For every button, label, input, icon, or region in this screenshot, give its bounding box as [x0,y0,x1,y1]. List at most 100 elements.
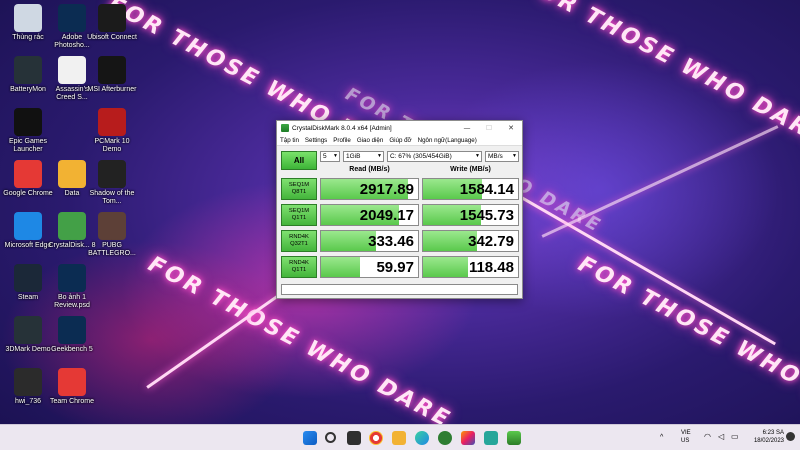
clock[interactable]: 6:23 SA 18/02/2023 [752,429,784,445]
desktop-icon[interactable]: PCMark 10 Demo [86,108,138,154]
read-header: Read (MB/s) [349,166,390,173]
menu-bar: Tập tin Settings Profile Giao diện Giúp … [277,135,522,146]
read-result-value: 59.97 [376,259,414,276]
window-title: CrystalDiskMark 8.0.4 x64 [Admin] [292,124,392,132]
language-bottom: US [681,438,690,444]
desktop-icon-label: Bo ảnh 1 Review.psd [54,294,90,309]
run-all-button[interactable]: All [281,151,317,170]
chevron-up-icon[interactable]: ^ [660,434,663,442]
menu-language[interactable]: Ngôn ngữ(Language) [418,137,477,144]
test-name: SEQ1M [288,208,310,214]
desktop-icon-label: Epic Games Launcher [8,138,48,153]
write-result-bar [423,257,468,277]
app-icon [58,316,86,344]
read-result-bar [321,257,360,277]
notification-icon[interactable] [786,432,795,441]
menu-profile[interactable]: Profile [333,137,351,144]
crystaldiskmark-icon [281,124,289,132]
test-queue: Q1T1 [291,267,307,273]
test-name: SEQ1M [288,182,310,188]
desktop-icon[interactable]: Ubisoft Connect [86,4,138,42]
close-button[interactable]: ✕ [500,121,522,135]
menu-theme[interactable]: Giao diện [357,137,384,144]
desktop-icon-label: PCMark 10 Demo [94,138,130,153]
taskbar: ^ VIE US ◠ ◁ ▭ 6:23 SA 18/02/2023 [0,424,800,450]
write-result-value: 1584.14 [459,181,514,198]
test-button[interactable]: SEQ1M Q8T1 [281,178,317,200]
desktop-icon-label: MSI Afterburner [87,86,137,93]
crystaldiskmark-window[interactable]: CrystalDiskMark 8.0.4 x64 [Admin] — ☐ ✕ … [276,120,523,299]
size-select[interactable]: 1GiB ▼ [343,151,384,162]
task-view-icon[interactable] [347,431,361,445]
test-button[interactable]: RND4K Q1T1 [281,256,317,278]
app-icon [14,160,42,188]
search-icon[interactable] [325,432,336,443]
desktop-icon-label: Team Chrome [50,398,94,405]
paint-icon[interactable] [461,431,475,445]
read-result-value: 333.46 [368,233,414,250]
app-icon [98,160,126,188]
write-result: 1584.14 [422,178,519,200]
chevron-down-icon: ▼ [333,153,338,159]
title-bar[interactable]: CrystalDiskMark 8.0.4 x64 [Admin] — ☐ ✕ [277,121,522,135]
app-icon [58,264,86,292]
test-button[interactable]: RND4K Q32T1 [281,230,317,252]
test-queue: Q1T1 [291,215,307,221]
desktop-icon[interactable]: PUBG BATTLEGRO... [86,212,138,258]
capture-icon[interactable] [484,431,498,445]
unit-select[interactable]: MB/s ▼ [485,151,519,162]
read-result: 2049.17 [320,204,419,226]
xbox-icon[interactable] [438,431,452,445]
desktop-icon[interactable]: Geekbench 5 [46,316,98,354]
language-indicator[interactable]: VIE US [681,429,691,445]
drive-value: C: 67% (305/454GiB) [390,153,452,160]
write-result-value: 1545.73 [459,207,514,224]
comment-field[interactable] [281,284,518,295]
file-explorer-icon[interactable] [392,431,406,445]
count-select[interactable]: 5 ▼ [320,151,340,162]
write-result: 342.79 [422,230,519,252]
desktop-icon-label: PUBG BATTLEGRO... [88,242,136,257]
app-icon [14,212,42,240]
language-top: VIE [681,430,691,436]
write-header: Write (MB/s) [450,166,491,173]
minimize-button[interactable]: — [456,121,478,135]
app-icon [58,368,86,396]
write-result: 118.48 [422,256,519,278]
maximize-button[interactable]: ☐ [478,121,500,135]
desktop-icon[interactable]: Bo ảnh 1 Review.psd [46,264,98,310]
app-icon [58,56,86,84]
test-button[interactable]: SEQ1M Q1T1 [281,204,317,226]
desktop-icon-label: Shadow of the Tom... [89,190,135,205]
app-icon [14,316,42,344]
volume-icon[interactable]: ◁ [718,433,724,441]
menu-file[interactable]: Tập tin [280,137,299,144]
test-queue: Q32T1 [290,241,308,247]
size-value: 1GiB [346,153,361,160]
menu-settings[interactable]: Settings [305,137,327,144]
desktop-icon[interactable]: Shadow of the Tom... [86,160,138,206]
menu-help[interactable]: Giúp đỡ [389,137,411,144]
write-result-value: 342.79 [468,233,514,250]
write-result: 1545.73 [422,204,519,226]
test-queue: Q8T1 [291,189,307,195]
windows-logo-icon[interactable] [303,431,317,445]
desktop-icon-label: Ubisoft Connect [87,34,137,41]
desktop-icon[interactable]: MSI Afterburner [86,56,138,94]
chrome-icon[interactable] [369,431,383,445]
write-result-value: 118.48 [468,259,514,276]
desktop-icon[interactable]: Team Chrome [46,368,98,406]
wifi-icon[interactable]: ◠ [704,433,711,441]
battery-icon[interactable]: ▭ [731,433,739,441]
desktop-icon[interactable]: Epic Games Launcher [2,108,54,154]
app-icon [98,108,126,136]
drive-select[interactable]: C: 67% (305/454GiB) ▼ [387,151,482,162]
edge-icon[interactable] [415,431,429,445]
clock-time: 6:23 SA [762,430,784,436]
app-icon [14,368,42,396]
chevron-down-icon: ▼ [475,153,480,159]
chevron-down-icon: ▼ [512,153,517,159]
app-icon [98,212,126,240]
app-icon [58,4,86,32]
crystaldiskmark-taskbar-icon[interactable] [507,431,521,445]
